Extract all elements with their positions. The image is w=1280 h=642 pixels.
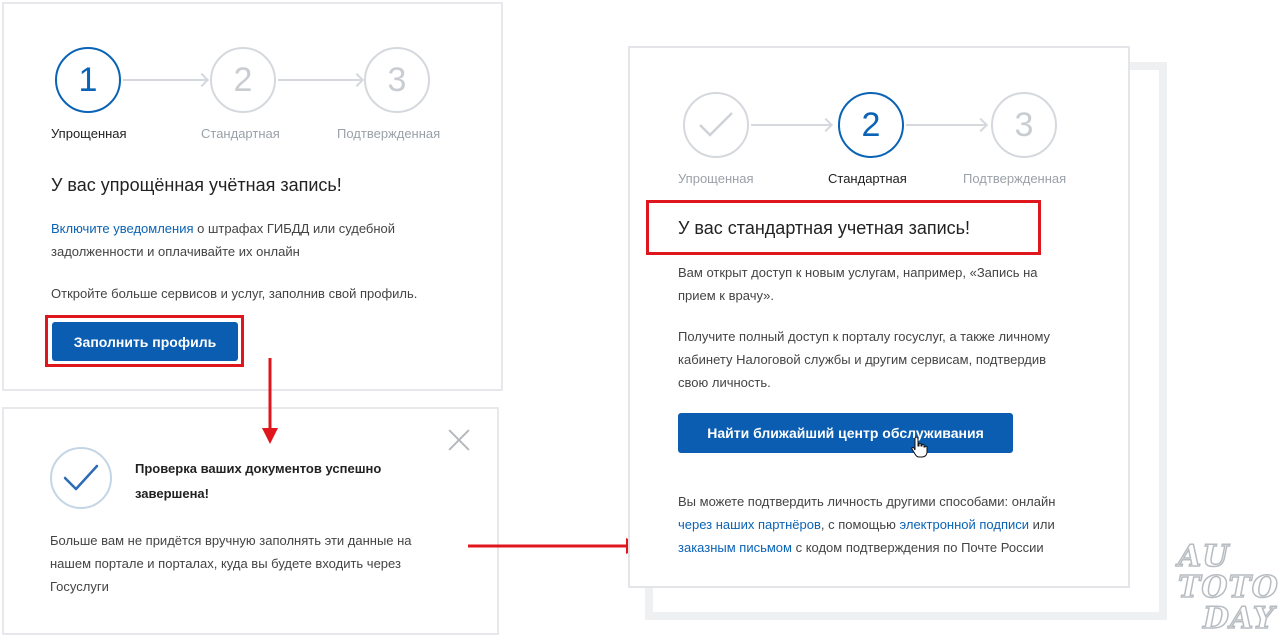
notify-text-1: о штрафах ГИБДД или судебной (193, 221, 396, 236)
step-1-done-circle (683, 92, 749, 158)
watermark-line-3: DAY (1202, 601, 1276, 636)
step-2-number: 2 (233, 60, 253, 99)
other-3: или (1029, 517, 1055, 532)
step-1-label: Упрощенная (51, 126, 127, 141)
popup-title-2: завершена! (135, 486, 209, 501)
watermark-line-2a: TO (1177, 570, 1229, 605)
step-2-label: Стандартная (828, 171, 907, 186)
access-paragraph: Вам открыт доступ к новым услугам, напри… (678, 261, 1098, 307)
step-3-circle: 3 (991, 92, 1057, 158)
step-3-label: Подтвержденная (337, 126, 441, 141)
other-methods-paragraph: Вы можете подтвердить личность другими с… (678, 490, 1118, 559)
popup-body-1: Больше вам не придётся вручную заполнять… (50, 533, 412, 548)
watermark-line-2b: TO (1228, 570, 1279, 605)
other-4: с кодом подтверждения по Почте России (791, 540, 1044, 555)
enable-notifications-link[interactable]: Включите уведомления (51, 221, 194, 236)
notify-text-2: задолженности и оплачивайте их онлайн (51, 244, 300, 259)
verification-popup (2, 407, 499, 635)
partners-link[interactable]: через наших партнёров (678, 517, 821, 532)
step-2-circle: 2 (210, 47, 276, 113)
full-3: свою личность. (678, 375, 771, 390)
access-2: прием к врачу». (678, 288, 774, 303)
step-1-label: Упрощенная (678, 171, 754, 186)
watermark-line-1: AU (1177, 539, 1230, 574)
step-3-number: 3 (1014, 105, 1034, 144)
step-1-circle: 1 (55, 47, 121, 113)
checkmark-icon (699, 112, 733, 137)
step-2-number: 2 (861, 105, 881, 144)
check-icon (50, 447, 112, 509)
step-3-circle: 3 (364, 47, 430, 113)
highlight-frame (45, 315, 244, 367)
autotoday-watermark: TOTO (1177, 570, 1279, 605)
find-service-center-button[interactable]: Найти ближайший центр обслуживания (678, 413, 1013, 453)
access-1: Вам открыт доступ к новым услугам, напри… (678, 265, 1038, 280)
close-icon[interactable] (448, 429, 470, 451)
full-access-paragraph: Получите полный доступ к порталу госуслу… (678, 325, 1098, 394)
step-2-label: Стандартная (201, 126, 280, 141)
step-3-label: Подтвержденная (963, 171, 1067, 186)
hand-cursor-icon (911, 436, 928, 458)
other-1: Вы можете подтвердить личность другими с… (678, 494, 1056, 509)
popup-body-2: нашем портале и порталах, куда вы будете… (50, 556, 401, 571)
other-2: , с помощью (820, 517, 900, 532)
full-2: кабинету Налоговой службы и другим серви… (678, 352, 1047, 367)
autotoday-watermark: AU (1177, 539, 1230, 574)
electronic-signature-link[interactable]: электронной подписи (900, 517, 1030, 532)
step-3-number: 3 (387, 60, 407, 99)
highlight-frame (646, 200, 1041, 255)
popup-title: Проверка ваших документов успешно заверш… (135, 456, 381, 506)
popup-body-3: Госуслуги (50, 579, 109, 594)
step-1-number: 1 (78, 60, 98, 99)
profile-paragraph: Откройте больше сервисов и услуг, заполн… (51, 286, 418, 301)
popup-title-1: Проверка ваших документов успешно (135, 461, 382, 476)
popup-body: Больше вам не придётся вручную заполнять… (50, 529, 450, 598)
notify-paragraph: Включите уведомления о штрафах ГИБДД или… (51, 217, 471, 263)
full-1: Получите полный доступ к порталу госуслу… (678, 329, 1051, 344)
autotoday-watermark: DAY (1202, 601, 1276, 636)
left-card-title: У вас упрощённая учётная запись! (51, 175, 342, 195)
registered-mail-link[interactable]: заказным письмом (678, 540, 792, 555)
step-2-circle: 2 (838, 92, 904, 158)
